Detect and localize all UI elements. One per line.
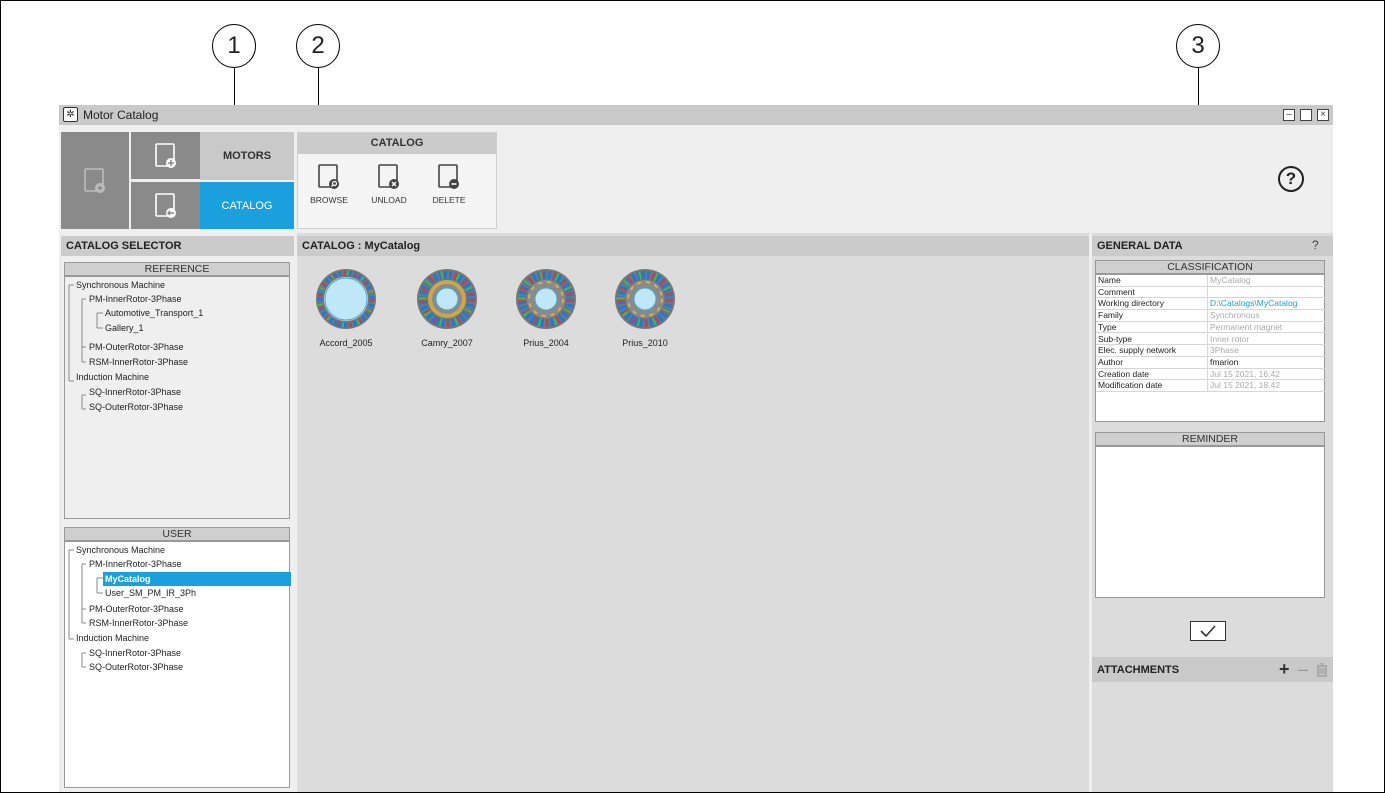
motor-catalog-window: ✲ Motor Catalog – × MOTORS CATALOG CATAL… [59, 105, 1333, 793]
tree-item[interactable]: PM-InnerRotor-3Phase [89, 292, 182, 306]
catalog-home-button[interactable] [61, 132, 129, 229]
tree-item[interactable]: Synchronous Machine [76, 278, 165, 292]
motor-cross-section-icon [316, 269, 376, 329]
trash-icon[interactable] [1316, 663, 1328, 677]
remove-attachment-icon[interactable]: – [1298, 659, 1308, 680]
close-button[interactable]: × [1317, 109, 1329, 121]
book-browse-icon [318, 164, 339, 189]
unload-button[interactable]: UNLOAD [361, 163, 417, 205]
tree-item[interactable]: RSM-InnerRotor-3Phase [89, 355, 188, 369]
motor-item-camry[interactable]: Camry_2007 [412, 268, 482, 348]
book-unload-icon [378, 164, 399, 189]
minimize-button[interactable]: – [1283, 109, 1295, 121]
prop-row: Creation date Jul 15 2021, 16:42 [1096, 368, 1326, 381]
tree-item[interactable]: PM-OuterRotor-3Phase [89, 602, 184, 616]
motor-cross-section-icon [417, 269, 477, 329]
tree-item[interactable]: Induction Machine [76, 631, 149, 645]
prop-row: Family Synchronous [1096, 310, 1326, 322]
book-delete-icon [438, 164, 459, 189]
book-star-icon [84, 167, 105, 193]
prop-row: Name MyCatalog [1096, 275, 1326, 287]
user-header: USER [64, 527, 290, 541]
prop-row: Modification date Jul 15 2021, 18:42 [1096, 380, 1326, 392]
browse-button[interactable]: BROWSE [301, 163, 357, 205]
tree-item[interactable]: SQ-OuterRotor-3Phase [89, 660, 183, 674]
tree-item[interactable]: Synchronous Machine [76, 543, 165, 557]
callout-1: 1 [212, 24, 256, 68]
tree-item[interactable]: RSM-InnerRotor-3Phase [89, 616, 188, 630]
catalog-selector-header: CATALOG SELECTOR [61, 236, 294, 256]
tree-item[interactable]: Automotive_Transport_1 [105, 306, 203, 320]
prop-row[interactable]: Author fmarion [1096, 356, 1326, 369]
tree-item[interactable]: Gallery_1 [105, 321, 144, 335]
prop-row: Elec. supply network 3Phase [1096, 345, 1326, 357]
prop-row: Sub-type Inner rotor [1096, 333, 1326, 346]
prop-row[interactable]: Comment [1096, 286, 1326, 299]
tree-item[interactable]: PM-OuterRotor-3Phase [89, 340, 184, 354]
tree-item[interactable]: SQ-InnerRotor-3Phase [89, 646, 181, 660]
checkmark-icon [1200, 625, 1216, 638]
prop-row[interactable]: Working directory D:\Catalogs\MyCatalog [1096, 298, 1326, 311]
motor-item-accord[interactable]: Accord_2005 [311, 268, 381, 348]
catalog-ribbon: CATALOG BROWSE UNLOAD DELETE [297, 132, 497, 229]
tree-item[interactable]: SQ-OuterRotor-3Phase [89, 400, 183, 414]
tree-item[interactable]: SQ-InnerRotor-3Phase [89, 385, 181, 399]
title-bar: ✲ Motor Catalog – × [59, 105, 1333, 125]
motor-cross-section-icon [615, 269, 675, 329]
reminder-header: REMINDER [1095, 432, 1325, 446]
catalog-header: CATALOG : MyCatalog [297, 236, 1089, 256]
classification-table: Name MyCatalog Comment Working directory D… [1095, 274, 1326, 422]
reference-tree: Synchronous Machine PM-InnerRotor-3Phase… [64, 276, 290, 519]
ribbon-title: CATALOG [298, 133, 496, 154]
new-catalog-button[interactable] [131, 132, 200, 179]
window-title: Motor Catalog [83, 108, 159, 122]
validate-button[interactable] [1190, 621, 1226, 641]
general-data-header: GENERAL DATA [1092, 236, 1333, 256]
motor-name: Prius_2004 [523, 338, 569, 348]
callout-3: 3 [1176, 24, 1220, 68]
tree-item[interactable]: PM-InnerRotor-3Phase [89, 557, 182, 571]
classification-header: CLASSIFICATION [1095, 260, 1325, 274]
book-add-icon [154, 142, 176, 168]
motor-cross-section-icon [516, 269, 576, 329]
tree-item-selected[interactable]: MyCatalog [103, 572, 291, 586]
prop-row: Type Permanent magnet [1096, 321, 1326, 334]
maximize-button[interactable] [1300, 109, 1312, 121]
motors-tab[interactable]: MOTORS [200, 132, 294, 180]
motor-name: Prius_2010 [622, 338, 668, 348]
app-gear-icon: ✲ [63, 107, 78, 122]
reminder-textarea[interactable] [1095, 446, 1325, 598]
motor-item-prius-2004[interactable]: Prius_2004 [511, 268, 581, 348]
attachments-title: ATTACHMENTS [1097, 664, 1180, 676]
motor-name: Accord_2005 [319, 338, 373, 348]
motor-name: Camry_2007 [421, 338, 473, 348]
import-catalog-button[interactable] [131, 182, 200, 229]
browse-label: BROWSE [310, 195, 348, 205]
tree-item[interactable]: Induction Machine [76, 370, 149, 384]
add-attachment-icon[interactable]: + [1279, 659, 1290, 680]
delete-button[interactable]: DELETE [421, 163, 477, 205]
reference-header: REFERENCE [64, 262, 290, 276]
general-data-help-icon[interactable]: ? [1312, 238, 1319, 252]
callout-2: 2 [296, 24, 340, 68]
book-import-icon [154, 192, 176, 218]
delete-label: DELETE [432, 195, 466, 205]
tree-item[interactable]: User_SM_PM_IR_3Ph [105, 586, 196, 600]
user-tree: Synchronous Machine PM-InnerRotor-3Phase… [64, 541, 291, 788]
help-icon[interactable]: ? [1278, 166, 1304, 192]
catalog-tab[interactable]: CATALOG [200, 182, 294, 229]
unload-label: UNLOAD [371, 195, 407, 205]
motor-item-prius-2010[interactable]: Prius_2010 [610, 268, 680, 348]
attachments-header: ATTACHMENTS + – [1092, 657, 1333, 682]
